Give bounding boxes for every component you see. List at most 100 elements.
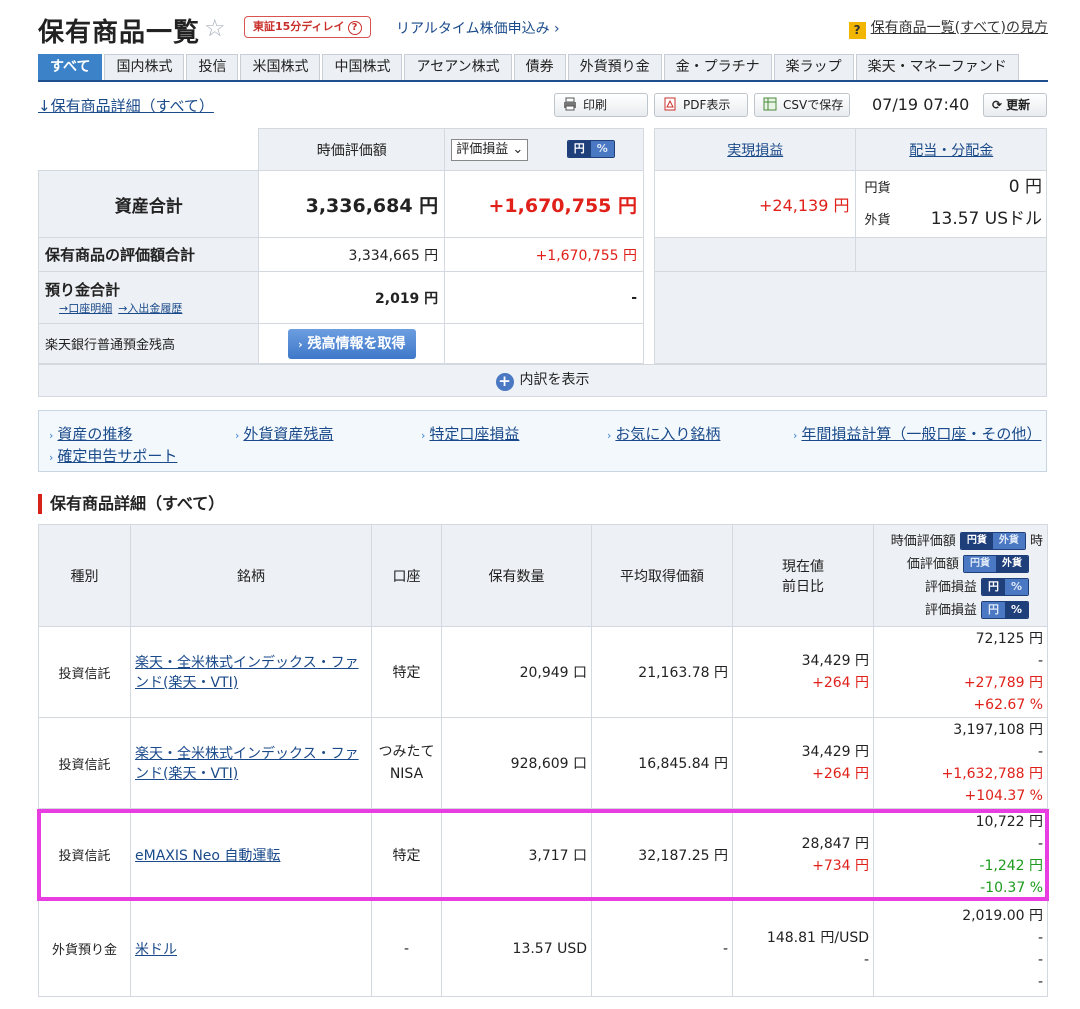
toggle-yen-2[interactable]: 円 [981,602,1005,618]
yen-pct-toggle-1[interactable]: 円% [980,578,1029,596]
tab-4[interactable]: 中国株式 [322,54,403,80]
tab-5[interactable]: アセアン株式 [404,54,512,80]
yen-pct-toggle-2[interactable]: 円% [980,601,1029,619]
holdings-header-row: 種別 銘柄 口座 保有数量 平均取得価額 現在値 前日比 時価評価額 円貨 外貨 時… [38,524,1048,627]
chevron-right-icon: › [554,21,560,37]
favorites-link[interactable]: › お気に入り銘柄 [607,423,720,444]
holdings-detail-link[interactable]: ↓保有商品詳細（すべて） [38,95,214,116]
refresh-icon: ⟳ [992,98,1003,112]
refresh-button[interactable]: ⟳ 更新 [983,93,1047,117]
toggle-gaika-2[interactable]: 外貨 [996,556,1028,572]
tab-9[interactable]: 楽ラップ [773,54,854,80]
toggle-gaika-1[interactable]: 外貨 [992,533,1025,549]
fund-name-link[interactable]: 楽天・全米株式インデックス・ファンド(楽天・VTI) [135,655,359,691]
deposit-history-link[interactable]: →入出金履歴 [118,302,182,315]
account-detail-link[interactable]: →口座明細 [59,302,112,315]
realized-pl-header[interactable]: 実現損益 [653,128,857,171]
fund-name-link[interactable]: 楽天・全米株式インデックス・ファンド(楽天・VTI) [135,746,359,782]
realtime-quote-label: リアルタイム株価申込み [396,21,550,37]
show-breakdown-button[interactable]: + 内訳を表示 [38,364,1047,397]
row-account: 特定 [371,626,442,718]
row-avg: 16,845.84 円 [591,717,733,809]
bank-balance-cell: › 残高情報を取得 [258,323,446,364]
dividend-yen-value: 0 円 [1008,177,1042,197]
toggle-yen-1[interactable]: 円 [981,579,1005,595]
realtime-quote-link[interactable]: リアルタイム株価申込み › [396,18,560,38]
row-name-cell: eMAXIS Neo 自動運転 [130,808,372,901]
valuation-header-suffix: 時 [1029,533,1043,549]
csv-button[interactable]: CSVで保存 [754,93,850,117]
tab-10[interactable]: 楽天・マネーファンド [855,54,1019,80]
toggle-pct-1[interactable]: % [1004,579,1028,595]
question-icon[interactable]: ? [347,21,362,35]
currency-name-link[interactable]: 米ドル [135,942,177,958]
row-v1: 3,197,108 円 [953,722,1043,738]
favorite-star-icon[interactable]: ☆ [204,14,226,42]
pl-select[interactable]: 評価損益 ⌄ [451,138,529,161]
bank-balance-empty [444,323,644,364]
row-account: - [371,900,442,997]
table-row: 投資信託 楽天・全米株式インデックス・ファンド(楽天・VTI) 特定 20,94… [38,626,1048,718]
print-button[interactable]: 印刷 [554,93,648,117]
toggle-percent[interactable]: % [590,140,614,157]
row-v2: - [1037,929,1043,946]
row-v3: -1,242 円 [979,857,1043,874]
row-v2: - [1037,835,1043,852]
row-account: つみたて NISA [371,717,442,809]
row-change: - [863,951,869,968]
valuation-header: 時価評価額 円貨 外貨 時 価評価額 円貨 外貨 評価損益 円% 評価損益 円% [873,524,1048,627]
annual-pl-link[interactable]: › 年間損益計算（一般口座・その他） [793,423,1041,444]
row-v4: -10.37 % [980,879,1043,896]
help-icon: ? [848,22,866,39]
show-breakdown-label: 内訳を表示 [519,372,590,388]
tab-0[interactable]: すべて [38,54,103,80]
tax-return-support-link[interactable]: › 確定申告サポート [49,445,177,466]
tab-3[interactable]: 米国株式 [240,54,321,80]
row-price: 28,847 円 [801,835,869,852]
tab-6[interactable]: 債券 [513,54,566,80]
timestamp: 07/19 07:40 [872,95,970,114]
tab-1[interactable]: 国内株式 [104,54,185,80]
row-price-cell: 28,847 円 +734 円 [732,808,874,901]
empty-header-cell [38,128,259,171]
row-qty: 20,949 口 [441,626,592,718]
specific-account-pl-link[interactable]: › 特定口座損益 [421,423,519,444]
asset-summary-table: 時価評価額 評価損益 ⌄ 円% 資産合計 3,336,684 円 +1,670,… [37,128,644,364]
table-row: 投資信託 楽天・全米株式インデックス・ファンド(楽天・VTI) つみたて NIS… [38,717,1048,809]
toggle-yenka-1[interactable]: 円貨 [960,533,993,549]
total-assets-value: 3,336,684 円 [258,170,446,238]
dividend-link[interactable]: 配当・分配金 [909,143,993,159]
row-change: +264 円 [812,766,869,782]
toggle-yen[interactable]: 円 [567,140,591,157]
pdf-icon [664,97,676,111]
chevron-down-icon: ⌄ [512,141,524,157]
row-price: 148.81 円/USD [766,929,869,946]
total-assets-pl: +1,670,755 円 [444,170,644,238]
get-balance-button[interactable]: › 残高情報を取得 [288,328,416,359]
currency-toggle-1[interactable]: 円貨 外貨 [959,532,1026,550]
tab-2[interactable]: 投信 [186,54,239,80]
dividend-header[interactable]: 配当・分配金 [855,128,1047,171]
row-name-cell: 楽天・全米株式インデックス・ファンド(楽天・VTI) [130,717,372,809]
deposit-cell: 預り金合計 →口座明細 →入出金履歴 [37,271,260,324]
fx-asset-balance-link[interactable]: › 外貨資産残高 [235,423,333,444]
realized-pl-link[interactable]: 実現損益 [727,143,783,159]
pdf-button[interactable]: PDF表示 [654,93,748,117]
total-assets-label: 資産合計 [37,170,260,238]
row-v4: - [1037,973,1043,990]
tab-7[interactable]: 外貨預り金 [567,54,662,80]
toggle-pct-2[interactable]: % [1004,602,1028,618]
help-link[interactable]: ? 保有商品一覧(すべて)の見方 [848,17,1048,39]
toggle-yenka-2[interactable]: 円貨 [964,556,996,572]
tab-8[interactable]: 金・プラチナ [663,54,772,80]
quick-links-box: › 資産の推移 › 外貨資産残高 › 特定口座損益 › お気に入り銘柄 › 年間損益計算（… [38,410,1047,472]
deposit-pl: - [444,271,644,324]
row-v1: 72,125 円 [975,631,1043,647]
currency-toggle-2[interactable]: 円貨 外貨 [963,555,1029,573]
holdings-total-pl: +1,670,755 円 [444,237,644,272]
fund-name-link[interactable]: eMAXIS Neo 自動運転 [135,848,280,864]
asset-trend-link[interactable]: › 資産の推移 [49,423,132,444]
row-v4: +104.37 % [964,788,1043,804]
yen-percent-toggle[interactable]: 円% [566,139,615,158]
delay-badge[interactable]: 東証15分ディレイ? [244,16,371,38]
